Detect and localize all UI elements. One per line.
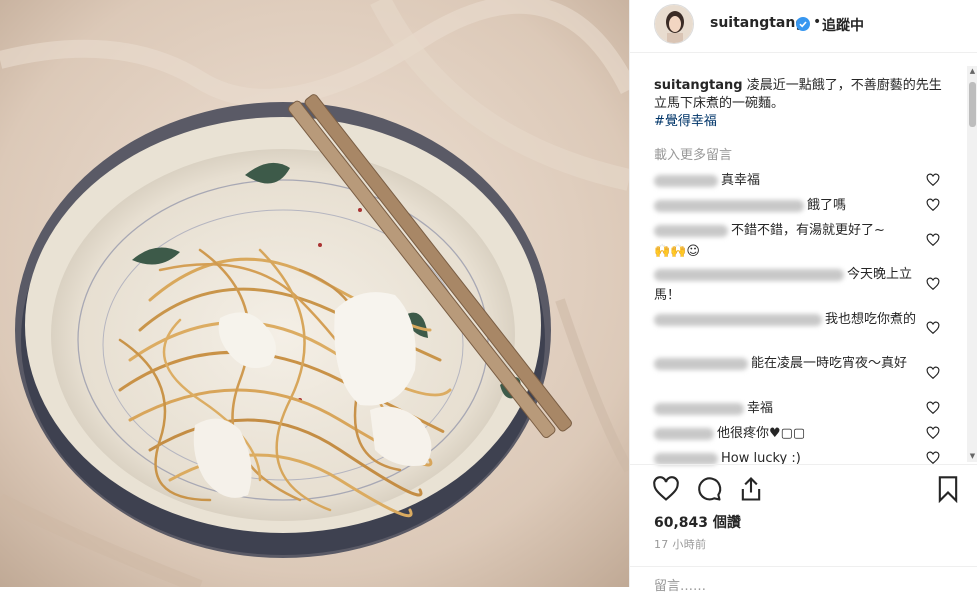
username-link[interactable]: suitangtang: [710, 15, 805, 31]
comment-heart-icon[interactable]: [926, 401, 940, 415]
comment-item: 能在凌晨一時吃宵夜～真好: [654, 353, 926, 374]
comment-heart-icon[interactable]: [926, 451, 940, 465]
blurred-username: [654, 427, 714, 440]
comment-text: 他很疼你♥▢▢: [717, 426, 806, 441]
comment-heart-icon[interactable]: [926, 198, 940, 212]
verified-badge-icon: [796, 17, 810, 31]
comment-icon[interactable]: [695, 475, 723, 503]
blurred-username: [654, 357, 748, 370]
post-timestamp[interactable]: 17 小時前: [654, 536, 706, 552]
load-more-comments-button[interactable]: 載入更多留言: [654, 144, 732, 163]
bookmark-icon[interactable]: [934, 475, 962, 503]
comment-item: 餓了嗎: [654, 195, 926, 216]
avatar[interactable]: [654, 4, 694, 44]
blurred-username: [654, 268, 844, 281]
blurred-username: [654, 452, 718, 465]
comment-heart-icon[interactable]: [926, 173, 940, 187]
blurred-username: [654, 174, 718, 187]
blurred-username: [654, 199, 804, 212]
scrollbar-thumb[interactable]: [969, 82, 976, 127]
post-header: suitangtang • 追蹤中: [630, 0, 977, 53]
add-comment-input[interactable]: 留言……: [654, 575, 706, 594]
like-count[interactable]: 60,843 個讚: [654, 512, 741, 532]
add-comment-bar: 留言……: [630, 566, 977, 594]
blurred-username: [654, 224, 728, 237]
comment-text: 餓了嗎: [807, 198, 847, 213]
post-side-panel: suitangtang • 追蹤中 suitangtang 凌晨近一點餓了，不善…: [629, 0, 977, 594]
comment-heart-icon[interactable]: [926, 366, 940, 380]
scroll-up-icon[interactable]: ▲: [968, 67, 977, 75]
comment-heart-icon[interactable]: [926, 426, 940, 440]
post-caption: suitangtang 凌晨近一點餓了，不善廚藝的先生立馬下床煮的一碗麵。 #覺…: [654, 77, 950, 131]
like-heart-icon[interactable]: [652, 475, 680, 503]
separator-dot: •: [813, 14, 822, 30]
hashtag-link[interactable]: #覺得幸福: [654, 114, 717, 129]
caption-username[interactable]: suitangtang: [654, 78, 743, 93]
noodle-bowl-image: [0, 0, 629, 587]
comment-text: 能在凌晨一時吃宵夜～真好: [751, 356, 908, 371]
comment-heart-icon[interactable]: [926, 233, 940, 247]
comment-item: 幸福: [654, 398, 926, 419]
share-icon[interactable]: [737, 475, 765, 503]
action-bar: [630, 464, 977, 513]
comment-item: 不錯不錯，有湯就更好了~ 🙌🙌☺: [654, 220, 926, 262]
comment-item: 我也想吃你煮的: [654, 309, 926, 330]
post-photo[interactable]: [0, 0, 629, 587]
comment-text: 真幸福: [721, 173, 761, 188]
emoji-icons: 🙌🙌☺: [654, 244, 700, 259]
comment-heart-icon[interactable]: [926, 321, 940, 335]
comment-text: 幸福: [747, 401, 774, 416]
comment-item: 他很疼你♥▢▢: [654, 423, 926, 444]
comment-text: 我也想吃你煮的: [825, 312, 917, 327]
comment-text: 不錯不錯，有湯就更好了~: [731, 223, 885, 238]
blurred-username: [654, 313, 822, 326]
comment-item: 今天晚上立馬！: [654, 264, 926, 306]
following-button[interactable]: 追蹤中: [822, 15, 864, 35]
comment-item: 真幸福: [654, 170, 926, 191]
scroll-down-icon[interactable]: ▼: [968, 452, 977, 460]
comment-heart-icon[interactable]: [926, 277, 940, 291]
blurred-username: [654, 402, 744, 415]
